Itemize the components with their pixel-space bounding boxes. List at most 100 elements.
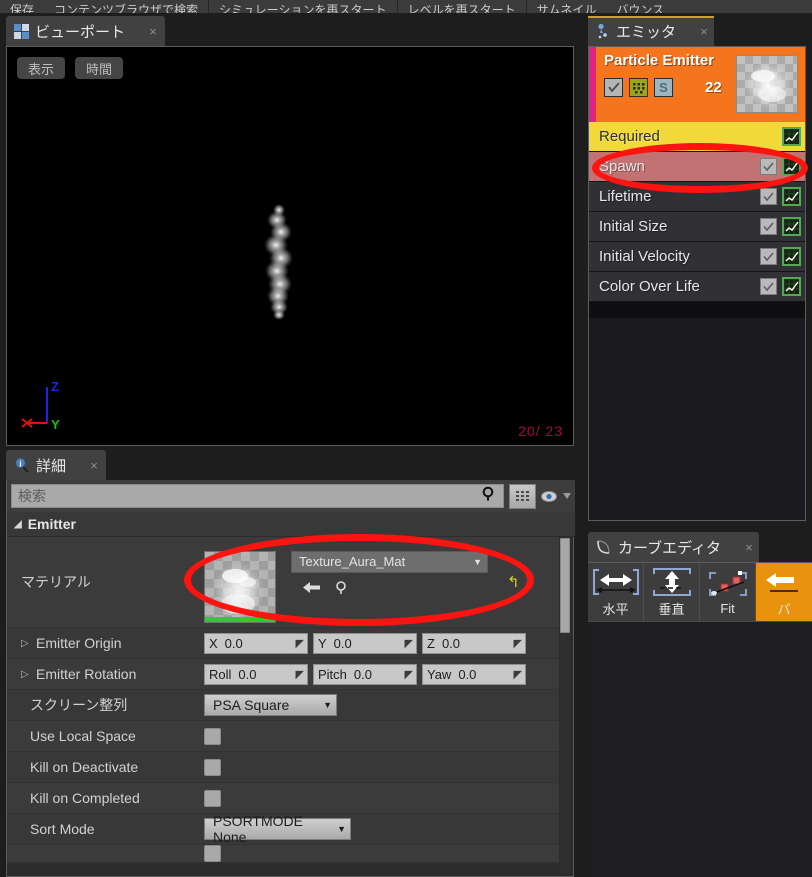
- details-scrollbar[interactable]: [560, 538, 570, 874]
- curve-editor-canvas[interactable]: [588, 621, 812, 877]
- reset-arrow-icon[interactable]: ↰: [507, 573, 520, 591]
- main-toolbar[interactable]: 保存 コンテンツブラウザで検索 シミュレーションを再スタート レベルを再スタート…: [0, 0, 812, 13]
- close-icon[interactable]: ×: [147, 24, 159, 39]
- curve-editor-toolbar: 水平 垂直 Fit パ: [588, 563, 812, 621]
- emitter-header[interactable]: Particle Emitter S 22: [589, 47, 805, 122]
- field-value: 0.0: [458, 666, 477, 682]
- magnifier-icon[interactable]: [334, 580, 349, 599]
- field-pitch[interactable]: Pitch 0.0 ◤: [313, 663, 417, 685]
- viewport-time-button[interactable]: 時間: [75, 57, 124, 79]
- toolbar-item-2[interactable]: シミュレーションを再スタート: [209, 4, 397, 13]
- chevron-down-icon: [563, 493, 571, 499]
- drag-handle-icon[interactable]: ◤: [405, 668, 413, 681]
- module-label: Color Over Life: [599, 278, 700, 295]
- category-header-emitter[interactable]: ◢ Emitter: [7, 512, 575, 537]
- axis-gizmo: Z Y: [19, 375, 79, 433]
- toolbar-item-0[interactable]: 保存: [0, 4, 44, 13]
- curve-button-label: Fit: [720, 601, 735, 616]
- property-label-text: Emitter Rotation: [36, 666, 137, 682]
- toolbar-item-3[interactable]: レベルを再スタート: [398, 4, 526, 13]
- field-roll[interactable]: Roll 0.0 ◤: [204, 663, 308, 685]
- curve-pan-button[interactable]: パ: [756, 563, 812, 621]
- module-enabled-checkbox[interactable]: [760, 188, 777, 205]
- module-row-required[interactable]: Required: [589, 122, 805, 152]
- module-enabled-checkbox[interactable]: [760, 278, 777, 295]
- property-label: ▷ Emitter Rotation: [7, 666, 202, 682]
- chevron-down-icon: ▼: [473, 556, 482, 567]
- toolbar-item-1[interactable]: コンテンツブラウザで検索: [44, 4, 208, 13]
- drag-handle-icon[interactable]: ◤: [296, 637, 304, 650]
- tab-details[interactable]: i 詳細 ×: [6, 450, 107, 480]
- clipped-checkbox[interactable]: [204, 845, 221, 862]
- field-x[interactable]: X 0.0 ◤: [204, 632, 308, 654]
- texture-aura-thumbnail[interactable]: [204, 550, 276, 623]
- tab-curve-editor[interactable]: カーブエディタ ×: [588, 532, 760, 562]
- curve-toggle-icon[interactable]: [782, 217, 801, 236]
- toolbar-item-5[interactable]: バウンス: [606, 4, 674, 13]
- visibility-button[interactable]: [541, 484, 571, 509]
- close-icon[interactable]: ×: [698, 24, 710, 39]
- curve-icon: [596, 539, 612, 555]
- drag-handle-icon[interactable]: ◤: [514, 668, 522, 681]
- property-label: Use Local Space: [7, 728, 202, 744]
- drag-handle-icon[interactable]: ◤: [514, 637, 522, 650]
- module-row-initial-size[interactable]: Initial Size: [589, 212, 805, 242]
- toolbar-item-4[interactable]: サムネイル: [527, 4, 607, 13]
- kill-on-completed-checkbox[interactable]: [204, 789, 221, 807]
- curve-toggle-icon[interactable]: [782, 277, 801, 296]
- vertical-fit-icon: [648, 566, 696, 598]
- viewport-canvas[interactable]: 表示 時間 Z Y 20/ 23: [6, 46, 574, 446]
- curve-toggle-icon[interactable]: [782, 127, 801, 146]
- module-enabled-checkbox[interactable]: [760, 158, 777, 175]
- enabled-checkbox[interactable]: [604, 78, 623, 97]
- use-local-space-checkbox[interactable]: [204, 727, 221, 745]
- scrollbar-thumb[interactable]: [560, 538, 570, 633]
- combo-value: PSORTMODE None: [213, 813, 303, 845]
- solo-button[interactable]: S: [654, 78, 673, 97]
- field-y[interactable]: Y 0.0 ◤: [313, 632, 417, 654]
- module-row-lifetime[interactable]: Lifetime: [589, 182, 805, 212]
- sort-mode-combo[interactable]: PSORTMODE None ▼: [204, 813, 351, 845]
- module-enabled-checkbox[interactable]: [760, 218, 777, 235]
- material-action-icons: [291, 580, 488, 599]
- module-enabled-checkbox[interactable]: [760, 248, 777, 265]
- search-input[interactable]: 検索: [11, 484, 504, 508]
- close-icon[interactable]: ×: [743, 540, 755, 555]
- module-row-initial-velocity[interactable]: Initial Velocity: [589, 242, 805, 272]
- property-list: マテリアル Texture_Aura_Mat ▼ ↰ ▷ Emitter Ori…: [7, 537, 559, 863]
- expand-triangle-icon[interactable]: ▷: [21, 638, 30, 649]
- close-icon[interactable]: ×: [88, 458, 100, 473]
- drag-handle-icon[interactable]: ◤: [296, 668, 304, 681]
- curve-fit-button[interactable]: Fit: [700, 563, 757, 621]
- module-row-spawn[interactable]: Spawn: [589, 152, 805, 182]
- field-yaw[interactable]: Yaw 0.0 ◤: [422, 663, 526, 685]
- tab-viewport[interactable]: ビューポート ×: [6, 16, 166, 46]
- viewport-show-button[interactable]: 表示: [17, 57, 66, 79]
- curve-vertical-fit-button[interactable]: 垂直: [644, 563, 701, 621]
- tab-emitter[interactable]: エミッタ ×: [588, 16, 715, 46]
- curve-horizontal-fit-button[interactable]: 水平: [588, 563, 645, 621]
- curve-toggle-icon[interactable]: [782, 187, 801, 206]
- field-key: Roll: [209, 666, 232, 682]
- curve-toggle-icon[interactable]: [782, 247, 801, 266]
- render-grid-icon[interactable]: [629, 78, 648, 97]
- arrow-left-icon[interactable]: [303, 581, 320, 598]
- property-label-text: Emitter Origin: [36, 635, 122, 651]
- tab-viewport-label: ビューポート: [35, 23, 126, 41]
- module-list-empty-area[interactable]: [589, 302, 805, 318]
- chevron-down-icon: ▼: [337, 824, 346, 834]
- property-label: ▷ Emitter Origin: [7, 635, 202, 651]
- expand-triangle-icon[interactable]: ▷: [21, 669, 30, 680]
- emitter-thumbnail[interactable]: [736, 55, 798, 113]
- property-label-text: Kill on Deactivate: [30, 759, 139, 775]
- drag-handle-icon[interactable]: ◤: [405, 637, 413, 650]
- curve-toggle-icon[interactable]: [782, 157, 801, 176]
- screen-alignment-combo[interactable]: PSA Square ▼: [204, 694, 337, 716]
- property-label-text: スクリーン整列: [30, 697, 128, 713]
- field-z[interactable]: Z 0.0 ◤: [422, 632, 526, 654]
- kill-on-deactivate-checkbox[interactable]: [204, 758, 221, 776]
- grid-view-button[interactable]: [509, 483, 536, 509]
- module-row-color-over-life[interactable]: Color Over Life: [589, 272, 805, 302]
- grid-viewport-icon: [14, 23, 29, 39]
- material-asset-combo[interactable]: Texture_Aura_Mat ▼: [291, 550, 488, 573]
